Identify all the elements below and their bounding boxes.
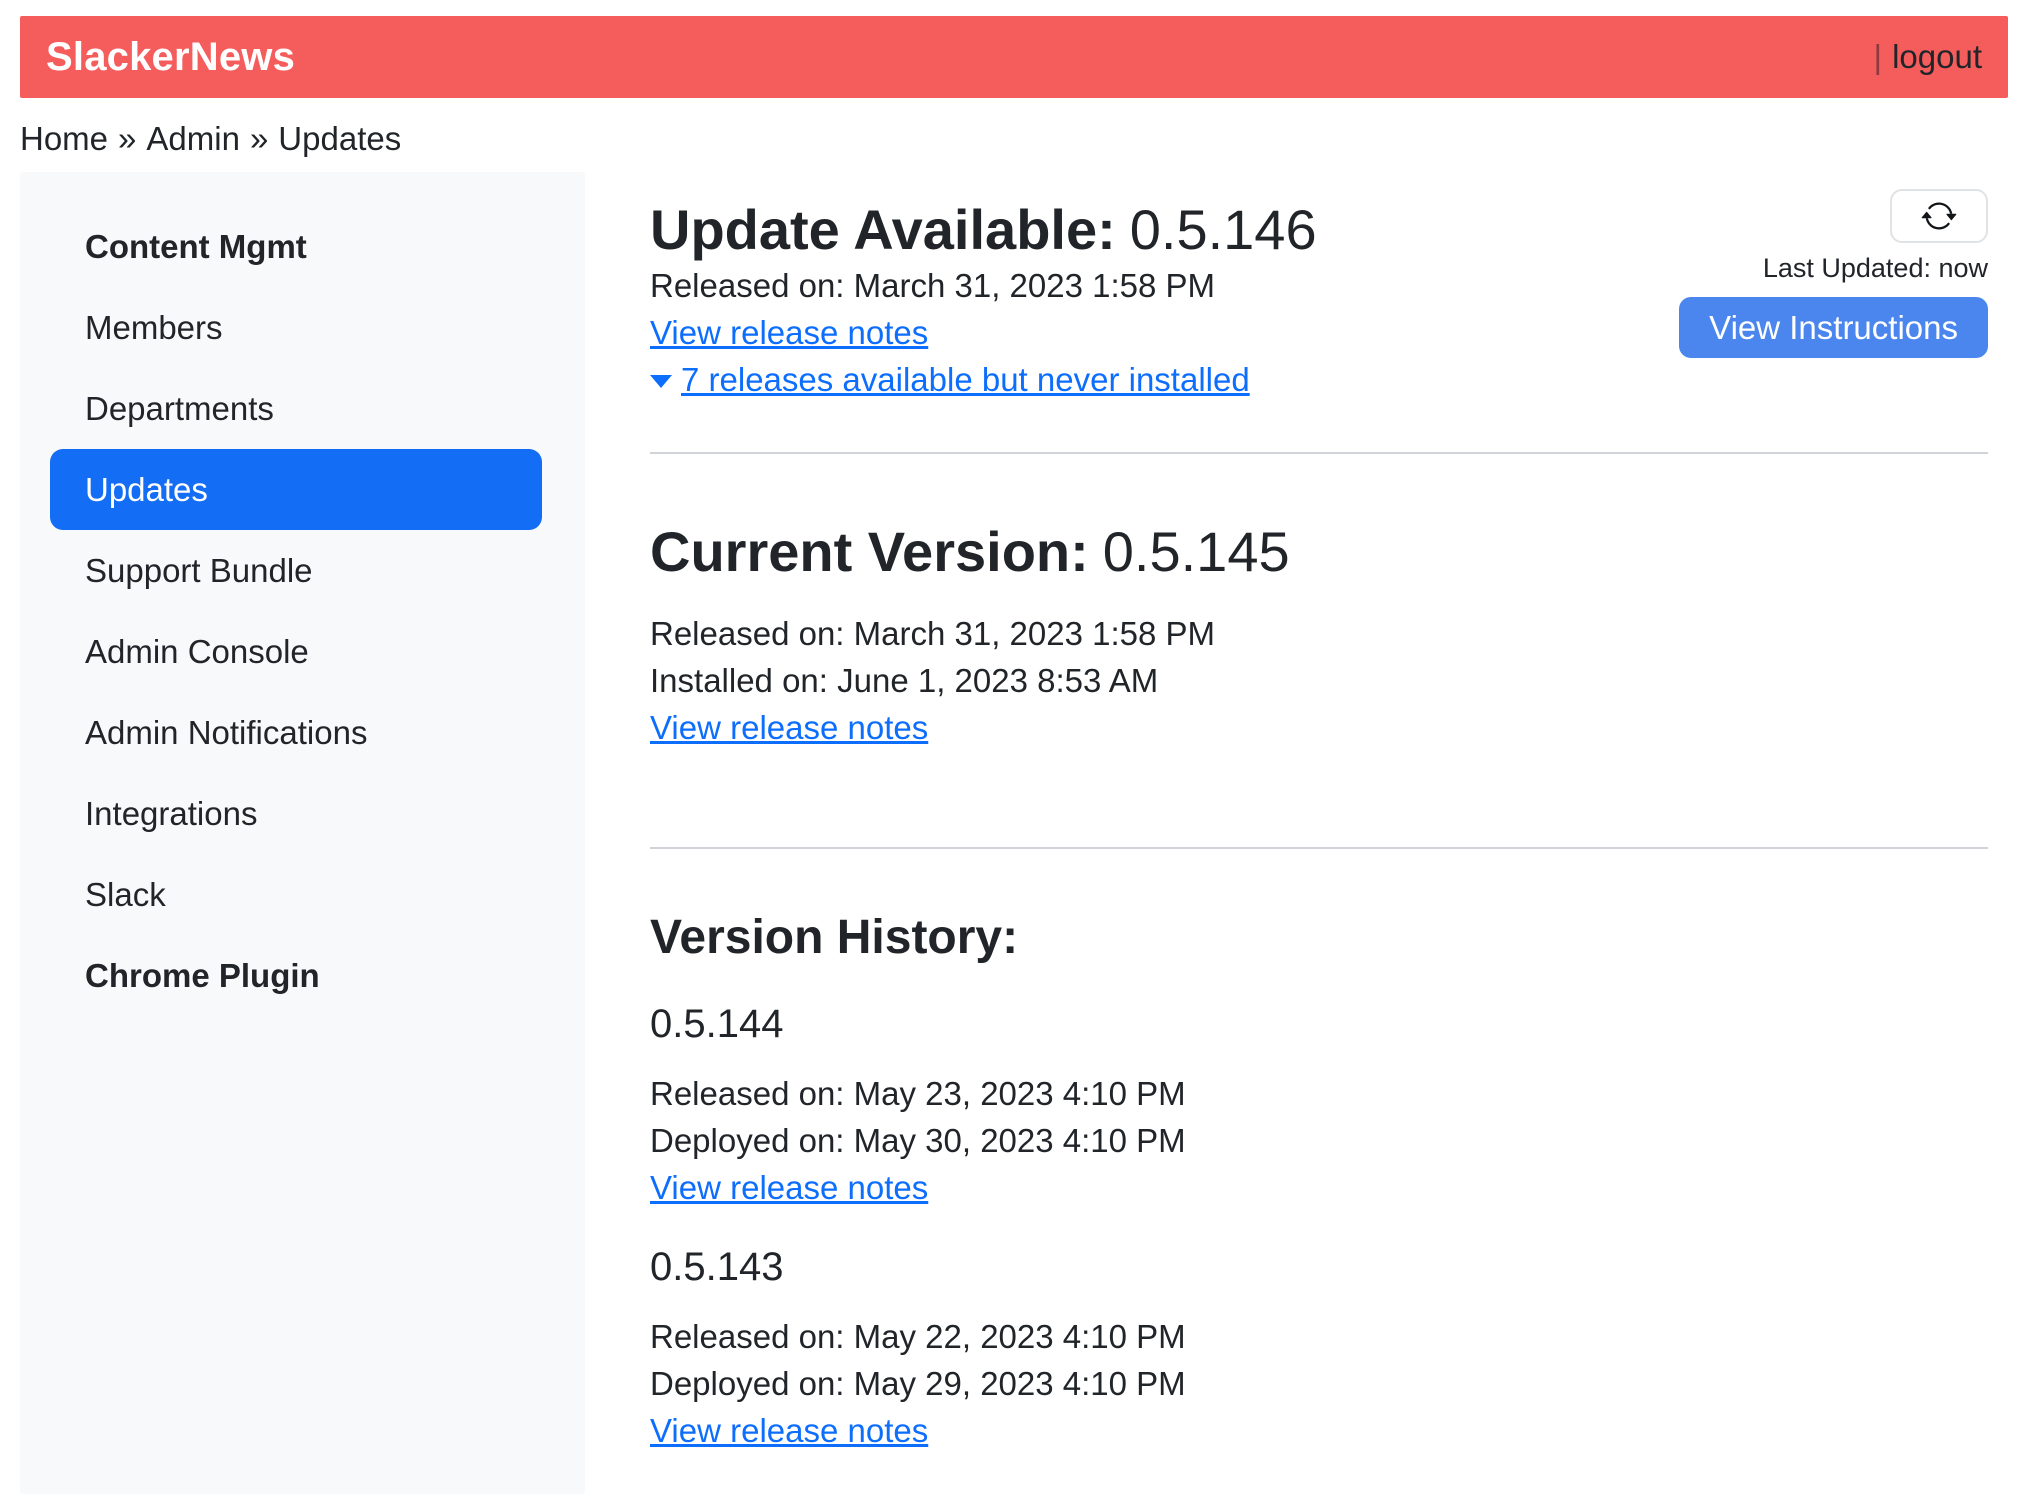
current-version-title: Current Version:0.5.145 [650,520,1988,584]
logout-area: | logout [1874,38,1983,76]
version-history-entry: 0.5.143 Released on: May 22, 2023 4:10 P… [650,1243,1988,1454]
sidebar-item-slack[interactable]: Slack [20,854,585,935]
sidebar-item-admin-console[interactable]: Admin Console [20,611,585,692]
main-content: Update Available:0.5.146 Released on: Ma… [585,172,2008,1454]
brand-logo[interactable]: SlackerNews [46,35,295,80]
releases-toggle-link[interactable]: 7 releases available but never installed [681,356,1250,403]
history-deployed-on: Deployed on: May 29, 2023 4:10 PM [650,1360,1988,1407]
version-history-section: Version History: 0.5.144 Released on: Ma… [650,910,1988,1454]
history-released-on: Released on: May 22, 2023 4:10 PM [650,1313,1988,1360]
page: SlackerNews | logout Home»Admin»Updates … [0,0,2028,1494]
sidebar: Content Mgmt Members Departments Updates… [20,172,585,1494]
sidebar-item-updates[interactable]: Updates [50,449,542,530]
current-installed-on: Installed on: June 1, 2023 8:53 AM [650,657,1988,704]
update-actions: Last Updated: now View Instructions [1679,172,1988,358]
update-available-title: Update Available:0.5.146 [650,198,1317,262]
breadcrumb-separator: » [118,120,136,157]
sidebar-item-members[interactable]: Members [20,287,585,368]
history-released-on: Released on: May 23, 2023 4:10 PM [650,1070,1988,1117]
sidebar-item-chrome-plugin[interactable]: Chrome Plugin [20,935,585,1016]
breadcrumb-home[interactable]: Home [20,120,108,157]
sidebar-item-support-bundle[interactable]: Support Bundle [20,530,585,611]
current-version-section: Current Version:0.5.145 Released on: Mar… [650,520,1988,751]
sidebar-item-integrations[interactable]: Integrations [20,773,585,854]
current-release-notes-link[interactable]: View release notes [650,704,928,751]
logout-separator: | [1874,38,1883,76]
history-version-number: 0.5.144 [650,1000,1988,1048]
refresh-icon [1921,198,1957,234]
sidebar-item-admin-notifications[interactable]: Admin Notifications [20,692,585,773]
breadcrumb: Home » Admin » Updates [20,98,2008,172]
caret-down-icon [650,375,672,388]
last-updated-text: Last Updated: now [1763,253,1988,284]
version-history-entry: 0.5.144 Released on: May 23, 2023 4:10 P… [650,1000,1988,1211]
current-version-number: 0.5.145 [1103,520,1290,583]
breadcrumb-updates[interactable]: Updates [278,120,401,157]
section-divider [650,847,1988,849]
update-release-notes-link[interactable]: View release notes [650,309,928,356]
logout-link[interactable]: logout [1892,38,1982,76]
section-divider [650,452,1988,454]
refresh-button[interactable] [1890,189,1988,243]
breadcrumb-admin[interactable]: Admin [146,120,240,157]
history-release-notes-link[interactable]: View release notes [650,1164,928,1211]
breadcrumb-separator: » [250,120,268,157]
update-released-on: Released on: March 31, 2023 1:58 PM [650,262,1317,309]
history-release-notes-link[interactable]: View release notes [650,1407,928,1454]
current-released-on: Released on: March 31, 2023 1:58 PM [650,610,1988,657]
content-layout: Content Mgmt Members Departments Updates… [20,172,2008,1494]
current-version-label: Current Version: [650,520,1089,583]
history-deployed-on: Deployed on: May 30, 2023 4:10 PM [650,1117,1988,1164]
history-version-number: 0.5.143 [650,1243,1988,1291]
app-header: SlackerNews | logout [20,16,2008,98]
update-available-label: Update Available: [650,198,1116,261]
sidebar-item-content-mgmt[interactable]: Content Mgmt [20,206,585,287]
view-instructions-button[interactable]: View Instructions [1679,297,1988,358]
version-history-title: Version History: [650,910,1988,966]
update-available-section: Update Available:0.5.146 Released on: Ma… [650,172,1317,403]
sidebar-item-departments[interactable]: Departments [20,368,585,449]
releases-toggle-row: 7 releases available but never installed [650,356,1317,403]
update-available-version: 0.5.146 [1130,198,1317,261]
